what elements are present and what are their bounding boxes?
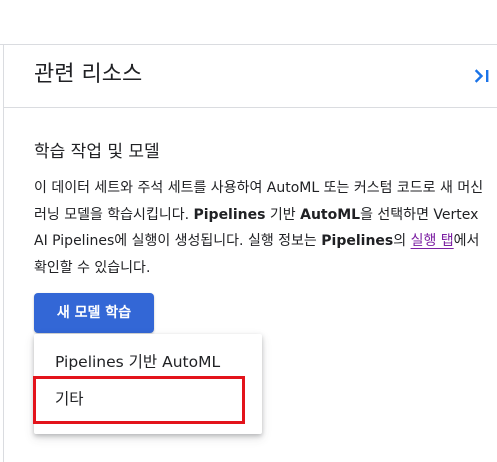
panel-header: 관련 리소스 [4,45,497,108]
collapse-panel-button[interactable] [472,64,496,88]
section-description: 이 데이터 세트와 주석 세트를 사용하여 AutoML 또는 커스텀 코드로 … [34,175,490,281]
panel-title: 관련 리소스 [34,62,143,87]
menu-item-pipelines-automl[interactable]: Pipelines 기반 AutoML [34,344,262,380]
related-resources-page: 관련 리소스 학습 작업 및 모델 이 데이터 세트와 주석 세트를 사용하여 … [0,0,497,462]
top-bar [0,0,497,45]
menu-item-label: 기타 [55,390,84,408]
menu-item-label: Pipelines 기반 AutoML [55,353,221,371]
runs-tab-link[interactable]: 실행 탭 [411,233,454,249]
menu-item-other[interactable]: 기타 [34,381,262,417]
chevron-right-with-bar-icon [474,69,489,83]
train-model-menu: Pipelines 기반 AutoML 기타 [34,334,262,434]
desc-text: 의 [393,233,411,249]
desc-text: 기반 [265,206,301,223]
desc-pipelines: Pipelines [193,206,266,223]
section-title: 학습 작업 및 모델 [34,142,160,162]
desc-pipelines: Pipelines [321,233,394,249]
train-new-model-button[interactable]: 새 모델 학습 [34,293,154,333]
desc-automl: AutoML [300,206,361,223]
